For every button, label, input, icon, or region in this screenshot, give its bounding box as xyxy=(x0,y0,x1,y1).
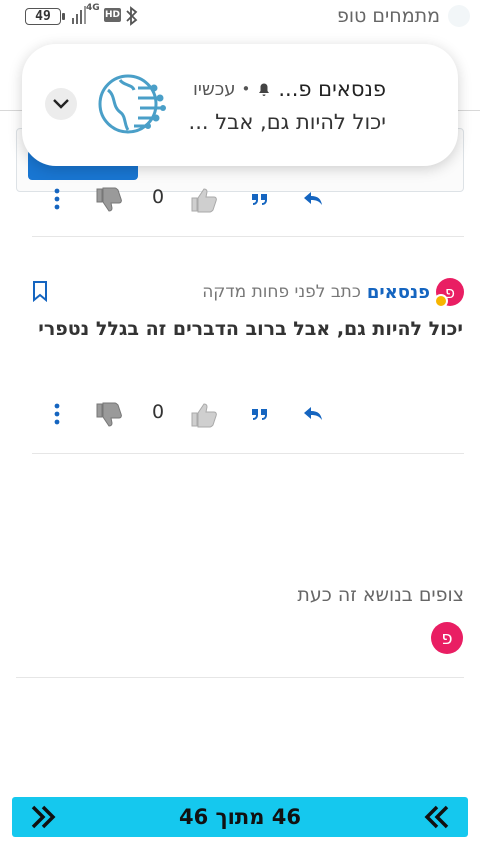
viewer-avatar[interactable]: פ xyxy=(431,622,463,654)
post-divider xyxy=(32,453,464,454)
thumbs-up-icon[interactable] xyxy=(189,186,219,214)
app-title: מתמחים טופ xyxy=(337,5,440,27)
notification-time: עכשיו xyxy=(193,78,236,100)
status-bar: 49 4G HD מתמחים טופ xyxy=(0,0,480,34)
more-options-icon[interactable] xyxy=(50,186,64,212)
post-divider xyxy=(32,236,464,237)
post-timestamp[interactable]: כתב לפני פחות מדקה xyxy=(202,282,361,302)
bluetooth-icon xyxy=(126,6,138,26)
reply-icon[interactable] xyxy=(301,401,325,425)
thumbs-down-icon[interactable] xyxy=(94,186,124,214)
more-options-icon[interactable] xyxy=(50,401,64,427)
bookmark-icon[interactable] xyxy=(30,280,50,302)
notification-expand-button[interactable] xyxy=(45,88,77,120)
thumbs-up-icon[interactable] xyxy=(189,401,219,429)
network-type: 4G xyxy=(86,3,100,13)
hd-icon: HD xyxy=(104,8,121,22)
post-author-link[interactable]: פנסאים xyxy=(367,282,430,303)
app-globe-circuit-icon xyxy=(98,74,166,134)
avatar-letter: פ xyxy=(441,627,453,649)
online-status-badge xyxy=(434,294,448,308)
viewers-divider xyxy=(16,677,464,678)
separator-dot: • xyxy=(241,80,251,98)
post-content: יכול להיות גם, אבל ברוב הדברים זה בגלל נ… xyxy=(38,318,463,340)
page-indicator[interactable]: 46 מתוך 46 xyxy=(179,805,301,829)
pagination-bar: 46 מתוך 46 xyxy=(12,797,468,837)
vote-count: 0 xyxy=(152,186,165,208)
post-header: פ פנסאים כתב לפני פחות מדקה xyxy=(202,278,464,308)
thumbs-down-icon[interactable] xyxy=(94,401,124,429)
post-actions-previous: 0 xyxy=(0,186,480,216)
notification-body: יכול להיות גם, אבל ... xyxy=(188,110,386,134)
app-logo xyxy=(448,5,470,27)
notification-app-name: פנסאים פ... xyxy=(278,77,386,101)
post-actions: 0 xyxy=(0,401,480,431)
push-notification[interactable]: פנסאים פ... • עכשיו יכול להיות גם, אבל .… xyxy=(22,44,458,166)
reply-icon[interactable] xyxy=(301,186,325,210)
quote-icon[interactable] xyxy=(248,401,272,425)
signal-icon xyxy=(72,6,86,24)
quote-icon[interactable] xyxy=(248,186,272,210)
bell-icon xyxy=(259,83,270,96)
double-chevron-left-icon[interactable] xyxy=(28,803,58,831)
battery-indicator: 49 xyxy=(25,8,65,25)
notification-header: פנסאים פ... • עכשיו xyxy=(193,77,386,101)
vote-count: 0 xyxy=(152,401,165,423)
avatar[interactable]: פ xyxy=(434,278,464,308)
double-chevron-right-icon[interactable] xyxy=(422,803,452,831)
viewers-heading: צופים בנושא זה כעת xyxy=(297,584,464,606)
chevron-down-icon xyxy=(53,99,69,109)
